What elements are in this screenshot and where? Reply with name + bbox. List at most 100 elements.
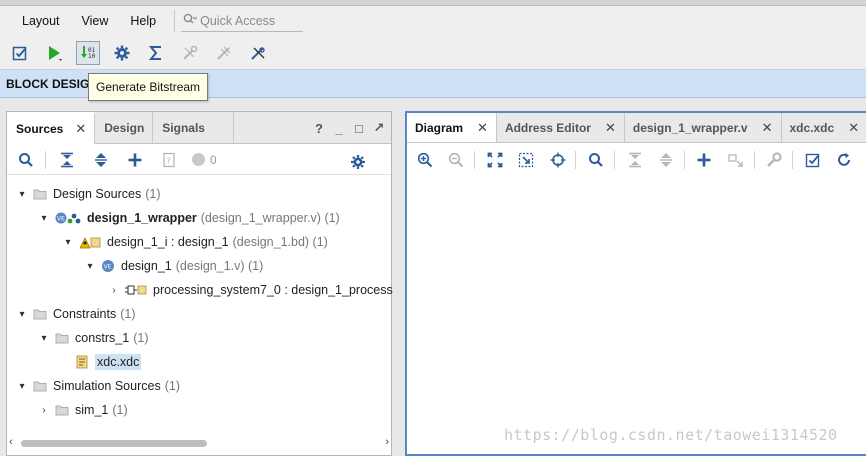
- tab-label: xdc.xdc: [789, 120, 835, 135]
- close-icon[interactable]: ✕: [605, 120, 616, 136]
- tab-signals[interactable]: Signals: [153, 112, 234, 143]
- tree-item-constrs-1[interactable]: ▾ constrs_1 (1): [39, 328, 148, 348]
- tab-diagram[interactable]: Diagram ✕: [407, 113, 497, 142]
- search-button[interactable]: [15, 149, 37, 171]
- tree-item-sim-1[interactable]: › sim_1 (1): [39, 400, 127, 420]
- tab-address-editor[interactable]: Address Editor ✕: [497, 113, 625, 142]
- tree-item-count: (1): [164, 379, 180, 393]
- tab-design-1-wrapper-v[interactable]: design_1_wrapper.v ✕: [625, 113, 782, 142]
- tab-sources[interactable]: Sources ✕: [7, 112, 96, 144]
- chevron-down-icon[interactable]: ▾: [17, 309, 27, 320]
- cancel-debug-icon: [251, 46, 265, 60]
- validate-button[interactable]: [8, 41, 32, 65]
- make-external-button[interactable]: [726, 149, 746, 171]
- chevron-down-icon[interactable]: ▾: [39, 333, 49, 344]
- status-dot-icon: [192, 153, 205, 166]
- generate-bitstream-button[interactable]: 01 10: [76, 40, 100, 65]
- scroll-left-icon[interactable]: ‹: [9, 436, 13, 448]
- chevron-right-icon[interactable]: ›: [109, 285, 119, 296]
- menu-layout[interactable]: Layout: [12, 9, 70, 33]
- run-button[interactable]: [42, 41, 66, 65]
- tree-item-label: Constraints: [53, 307, 117, 321]
- main-toolbar: 01 10: [0, 36, 866, 70]
- sources-settings-button[interactable]: [347, 151, 369, 173]
- tab-design[interactable]: Design: [95, 112, 154, 143]
- report-button[interactable]: [144, 41, 168, 65]
- detach-icon[interactable]: ↗: [373, 120, 385, 136]
- add-ip-button[interactable]: [695, 149, 715, 171]
- verilog-hierarchy-icon: VE: [55, 211, 81, 225]
- tree-item-xdc[interactable]: xdc.xdc: [75, 352, 142, 372]
- block-design-icon: [79, 235, 101, 249]
- panel-controls: ? _ □ ↗: [313, 120, 385, 136]
- debug-disabled-button[interactable]: [178, 41, 202, 65]
- tree-item-constraints[interactable]: ▾ Constraints (1): [17, 304, 136, 324]
- chevron-down-icon[interactable]: ▾: [85, 261, 95, 272]
- tree-item-design-1-wrapper[interactable]: ▾ VE design_1_wrapper (design_1_wrapper.…: [39, 208, 339, 228]
- block-design-title: BLOCK DESIGN: [6, 77, 99, 91]
- validate-design-button[interactable]: [803, 149, 823, 171]
- folder-icon: [33, 308, 47, 320]
- close-icon[interactable]: ✕: [848, 120, 859, 136]
- tree-item-detail: (design_1.bd) (1): [232, 235, 328, 249]
- minimize-icon[interactable]: _: [333, 121, 345, 136]
- collapse-all-button[interactable]: [625, 149, 645, 171]
- expand-all-button[interactable]: [656, 149, 676, 171]
- collapse-all-icon: [628, 152, 641, 168]
- chevron-right-icon[interactable]: ›: [39, 405, 49, 416]
- checkbox-icon: [805, 153, 819, 168]
- tree-item-label: Design Sources: [53, 187, 142, 201]
- collapse-all-button[interactable]: [56, 149, 78, 171]
- tree-item-simulation-sources[interactable]: ▾ Simulation Sources (1): [17, 376, 180, 396]
- debug-icon: [183, 45, 198, 60]
- tab-label: Diagram: [415, 120, 464, 135]
- tree-item-count: (1): [120, 307, 136, 321]
- zoom-fit-button[interactable]: [485, 149, 505, 171]
- cancel-debug-button[interactable]: [246, 41, 270, 65]
- tab-label: Design: [104, 120, 145, 135]
- horizontal-scrollbar[interactable]: ‹ ›: [9, 436, 389, 449]
- auto-fit-selection-button[interactable]: [548, 149, 568, 171]
- tree-item-design-sources[interactable]: ▾ Design Sources (1): [17, 184, 160, 204]
- tab-xdc[interactable]: xdc.xdc ✕: [782, 113, 866, 142]
- chevron-down-icon[interactable]: ▾: [63, 237, 73, 248]
- zoom-fit-icon: [487, 152, 503, 168]
- folder-icon: [55, 404, 69, 416]
- menu-help[interactable]: Help: [120, 9, 166, 33]
- tree-item-label: processing_system7_0 : design_1_process: [153, 283, 393, 297]
- help-icon[interactable]: ?: [313, 121, 325, 136]
- add-sources-button[interactable]: [124, 149, 146, 171]
- tree-item-design-1[interactable]: ▾ VE design_1 (design_1.v) (1): [85, 256, 263, 276]
- properties-wrench-button[interactable]: [765, 149, 785, 171]
- zoom-in-icon: [417, 152, 432, 168]
- toolbar-separator: [753, 151, 755, 169]
- menu-view[interactable]: View: [72, 9, 119, 33]
- close-icon[interactable]: ✕: [477, 120, 488, 136]
- zoom-in-button[interactable]: [415, 149, 435, 171]
- zoom-out-button[interactable]: [447, 149, 467, 171]
- tree-item-processing-system7[interactable]: › processing_system7_0 : design_1_proces…: [109, 280, 393, 300]
- regenerate-layout-button[interactable]: [835, 149, 855, 171]
- scroll-thumb[interactable]: [21, 440, 207, 447]
- chevron-down-icon[interactable]: ▾: [39, 213, 49, 224]
- tree-item-detail: (design_1.v) (1): [175, 259, 264, 273]
- status-count-value: 0: [210, 152, 217, 167]
- tree-item-design-1-i[interactable]: ▾ design_1_i : design_1 (design_1.bd) (1…: [63, 232, 328, 252]
- probe-disabled-button[interactable]: [212, 41, 236, 65]
- expand-all-button[interactable]: [90, 149, 112, 171]
- search-icon: [589, 153, 603, 167]
- chevron-down-icon[interactable]: ▾: [17, 189, 27, 200]
- restore-icon[interactable]: □: [353, 121, 365, 136]
- diagram-search-button[interactable]: [586, 149, 606, 171]
- chevron-down-icon[interactable]: ▾: [17, 381, 27, 392]
- zoom-area-button[interactable]: [516, 149, 536, 171]
- status-count: 0: [192, 153, 217, 167]
- tree-item-label: xdc.xdc: [95, 354, 142, 370]
- diagram-tabs: Diagram ✕ Address Editor ✕ design_1_wrap…: [407, 113, 866, 143]
- properties-button[interactable]: ?: [158, 149, 180, 171]
- scroll-right-icon[interactable]: ›: [385, 436, 389, 448]
- close-icon[interactable]: ✕: [75, 121, 86, 137]
- settings-button[interactable]: [110, 41, 134, 65]
- quick-access-input[interactable]: Quick Access: [181, 10, 304, 32]
- close-icon[interactable]: ✕: [762, 120, 773, 136]
